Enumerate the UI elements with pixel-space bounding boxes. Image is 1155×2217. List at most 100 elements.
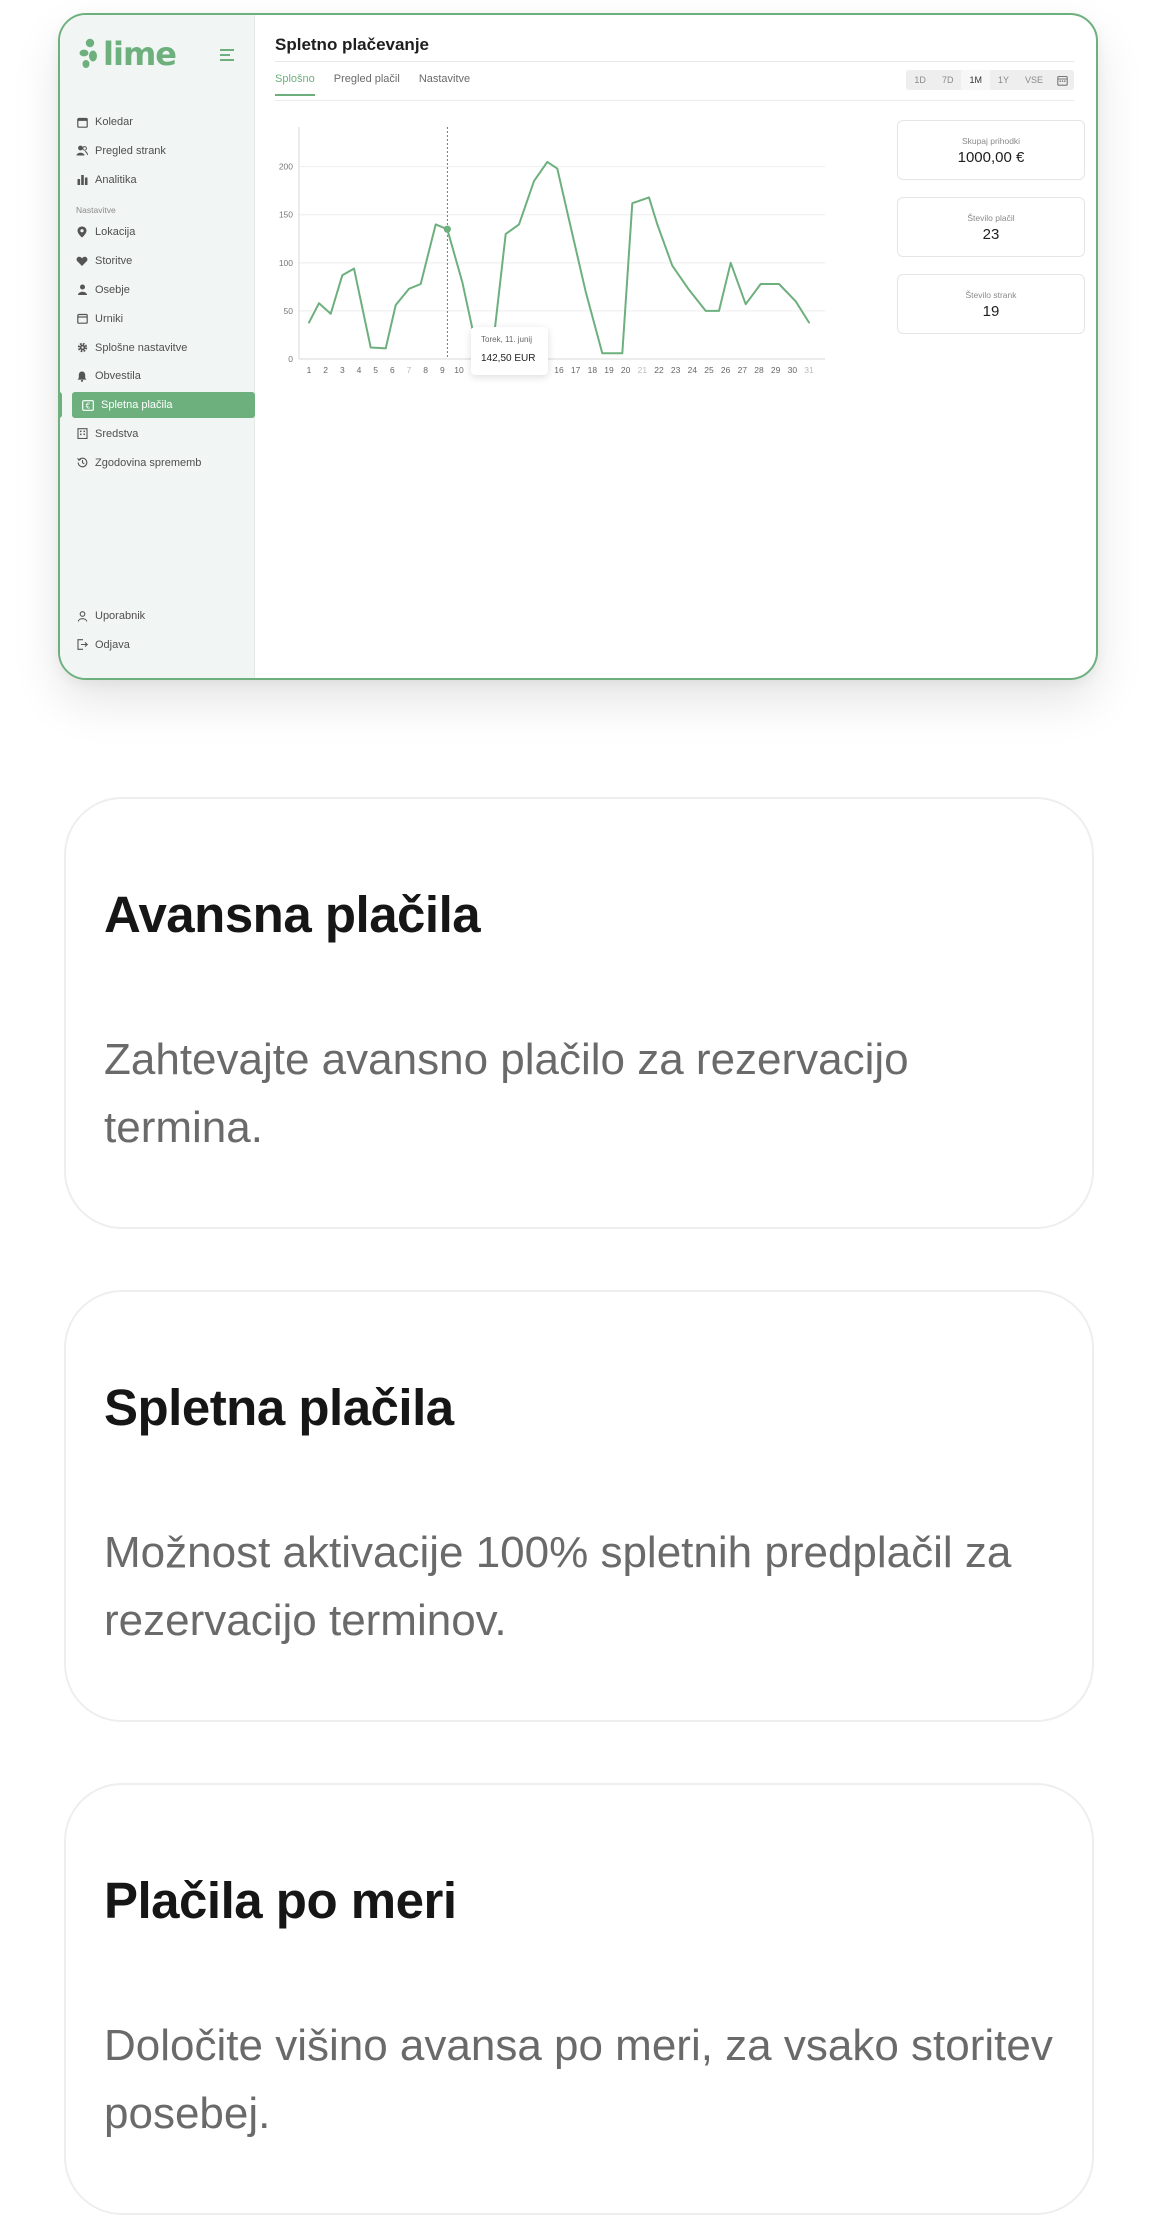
tooltip-value: 142,50 EUR (481, 353, 536, 364)
divider (275, 61, 1074, 62)
tab-splosno[interactable]: Splošno (275, 73, 315, 96)
calendar-picker-button[interactable] (1051, 70, 1074, 90)
building-icon (76, 428, 88, 440)
x-tick-label: 26 (721, 365, 731, 375)
sidebar: lime Koledar Pregled strank Analitika Na… (60, 15, 255, 678)
x-tick-label: 23 (671, 365, 681, 375)
y-tick-label: 150 (279, 210, 293, 220)
divider (275, 100, 1074, 101)
y-tick-label: 200 (279, 162, 293, 172)
x-tick-label: 18 (588, 365, 598, 375)
x-tick-label: 24 (688, 365, 698, 375)
sidebar-item-urniki[interactable]: Urniki (72, 306, 255, 332)
app-screenshot-frame: lime Koledar Pregled strank Analitika Na… (58, 13, 1098, 680)
sidebar-item-obvestila[interactable]: Obvestila (72, 363, 255, 389)
x-tick-label: 1 (307, 365, 312, 375)
sidebar-item-label: Koledar (95, 116, 133, 128)
x-tick-label: 31 (804, 365, 814, 375)
svg-text:€: € (86, 401, 91, 410)
feature-description: Določite višino avansa po meri, za vsako… (104, 2021, 1053, 2138)
x-tick-label: 22 (654, 365, 664, 375)
sidebar-item-zgodovina-sprememb[interactable]: Zgodovina sprememb (72, 450, 255, 476)
active-indicator (60, 392, 62, 419)
sidebar-item-label: Sredstva (95, 427, 139, 440)
logo-text: lime (103, 35, 177, 73)
tooltip-date: Torek, 11. junij (481, 335, 532, 344)
x-tick-label: 30 (788, 365, 798, 375)
calendar-icon (1057, 75, 1068, 86)
chart-svg: 0501001502001234567891011121314151617181… (279, 127, 825, 375)
time-range-selector: 1D 7D 1M 1Y VSE (906, 70, 1074, 90)
y-tick-label: 0 (288, 354, 293, 364)
gear-icon (76, 342, 88, 354)
sidebar-item-lokacija[interactable]: Lokacija (72, 219, 255, 245)
main-content: Spletno plačevanje Splošno Pregled plači… (255, 15, 1096, 678)
feature-card-placila-po-meri: Plačila po meri Določite višino avansa p… (64, 1783, 1094, 2215)
x-tick-label: 10 (454, 365, 464, 375)
sidebar-nav: Koledar Pregled strank Analitika Nastavi… (60, 109, 255, 479)
sidebar-item-label: Urniki (95, 312, 124, 325)
logout-icon (76, 639, 88, 651)
payments-line-chart[interactable]: 0501001502001234567891011121314151617181… (275, 115, 835, 385)
sidebar-item-label: Odjava (95, 638, 130, 651)
x-tick-label: 9 (440, 365, 445, 375)
stat-card-payment-count: Število plačil 23 (897, 197, 1085, 257)
x-tick-label: 27 (738, 365, 748, 375)
range-all-button[interactable]: VSE (1017, 70, 1051, 90)
calendar-icon (76, 116, 88, 128)
range-1m-button[interactable]: 1M (961, 70, 990, 90)
stat-label: Skupaj prihodki (961, 136, 1021, 146)
sidebar-item-uporabnik[interactable]: Uporabnik (72, 603, 255, 629)
sidebar-item-label: Zgodovina sprememb (95, 456, 202, 469)
sidebar-item-label: Storitve (95, 255, 133, 268)
x-tick-label: 5 (373, 365, 378, 375)
sidebar-item-spletna-placila[interactable]: € Spletna plačila (60, 392, 255, 419)
feature-description: Zahtevajte avansno plačilo za rezervacij… (104, 1035, 909, 1152)
staff-icon (76, 284, 88, 296)
feature-card-avansna-placila: Avansna plačila Zahtevajte avansno plači… (64, 797, 1094, 1229)
x-tick-label: 29 (771, 365, 781, 375)
x-tick-label: 19 (604, 365, 614, 375)
x-tick-label: 6 (390, 365, 395, 375)
users-icon (76, 145, 88, 157)
user-icon (76, 610, 88, 622)
stat-label: Število plačil (967, 213, 1015, 223)
sidebar-item-osebje[interactable]: Osebje (72, 277, 255, 303)
series-line (308, 160, 810, 355)
x-tick-label: 7 (407, 365, 412, 375)
y-tick-label: 100 (279, 258, 293, 268)
sidebar-item-splosne-nastavitve[interactable]: Splošne nastavitve (72, 335, 255, 361)
logo[interactable]: lime (78, 35, 177, 73)
sidebar-item-pregled-strank[interactable]: Pregled strank (72, 138, 255, 164)
x-tick-label: 28 (754, 365, 764, 375)
x-tick-label: 20 (621, 365, 631, 375)
x-tick-label: 4 (357, 365, 362, 375)
sidebar-item-sredstva[interactable]: Sredstva (72, 421, 255, 447)
schedule-icon (76, 313, 88, 325)
menu-toggle-icon[interactable] (220, 49, 234, 61)
y-tick-label: 50 (284, 306, 294, 316)
x-tick-label: 17 (571, 365, 581, 375)
lime-logo-icon (79, 38, 97, 68)
sidebar-item-label: Uporabnik (95, 610, 146, 622)
feature-title: Plačila po meri (104, 1872, 457, 1929)
x-tick-label: 21 (638, 365, 648, 375)
sidebar-item-analitika[interactable]: Analitika (72, 167, 255, 193)
range-1y-button[interactable]: 1Y (990, 70, 1017, 90)
sidebar-item-odjava[interactable]: Odjava (72, 632, 255, 658)
feature-description: Možnost aktivacije 100% spletnih predpla… (104, 1528, 1012, 1645)
heart-hand-icon (76, 255, 88, 267)
x-tick-label: 3 (340, 365, 345, 375)
tab-pregled-placil[interactable]: Pregled plačil (334, 73, 400, 96)
sidebar-item-label: Obvestila (95, 370, 141, 383)
sidebar-item-koledar[interactable]: Koledar (72, 109, 255, 135)
tab-bar: Splošno Pregled plačil Nastavitve (275, 73, 470, 96)
sidebar-item-storitve[interactable]: Storitve (72, 248, 255, 274)
range-7d-button[interactable]: 7D (934, 70, 962, 90)
x-tick-label: 16 (554, 365, 564, 375)
tab-nastavitve[interactable]: Nastavitve (419, 73, 470, 96)
bar-chart-icon (76, 174, 88, 186)
feature-card-spletna-placila: Spletna plačila Možnost aktivacije 100% … (64, 1290, 1094, 1722)
bell-icon (76, 370, 88, 382)
range-1d-button[interactable]: 1D (906, 70, 934, 90)
